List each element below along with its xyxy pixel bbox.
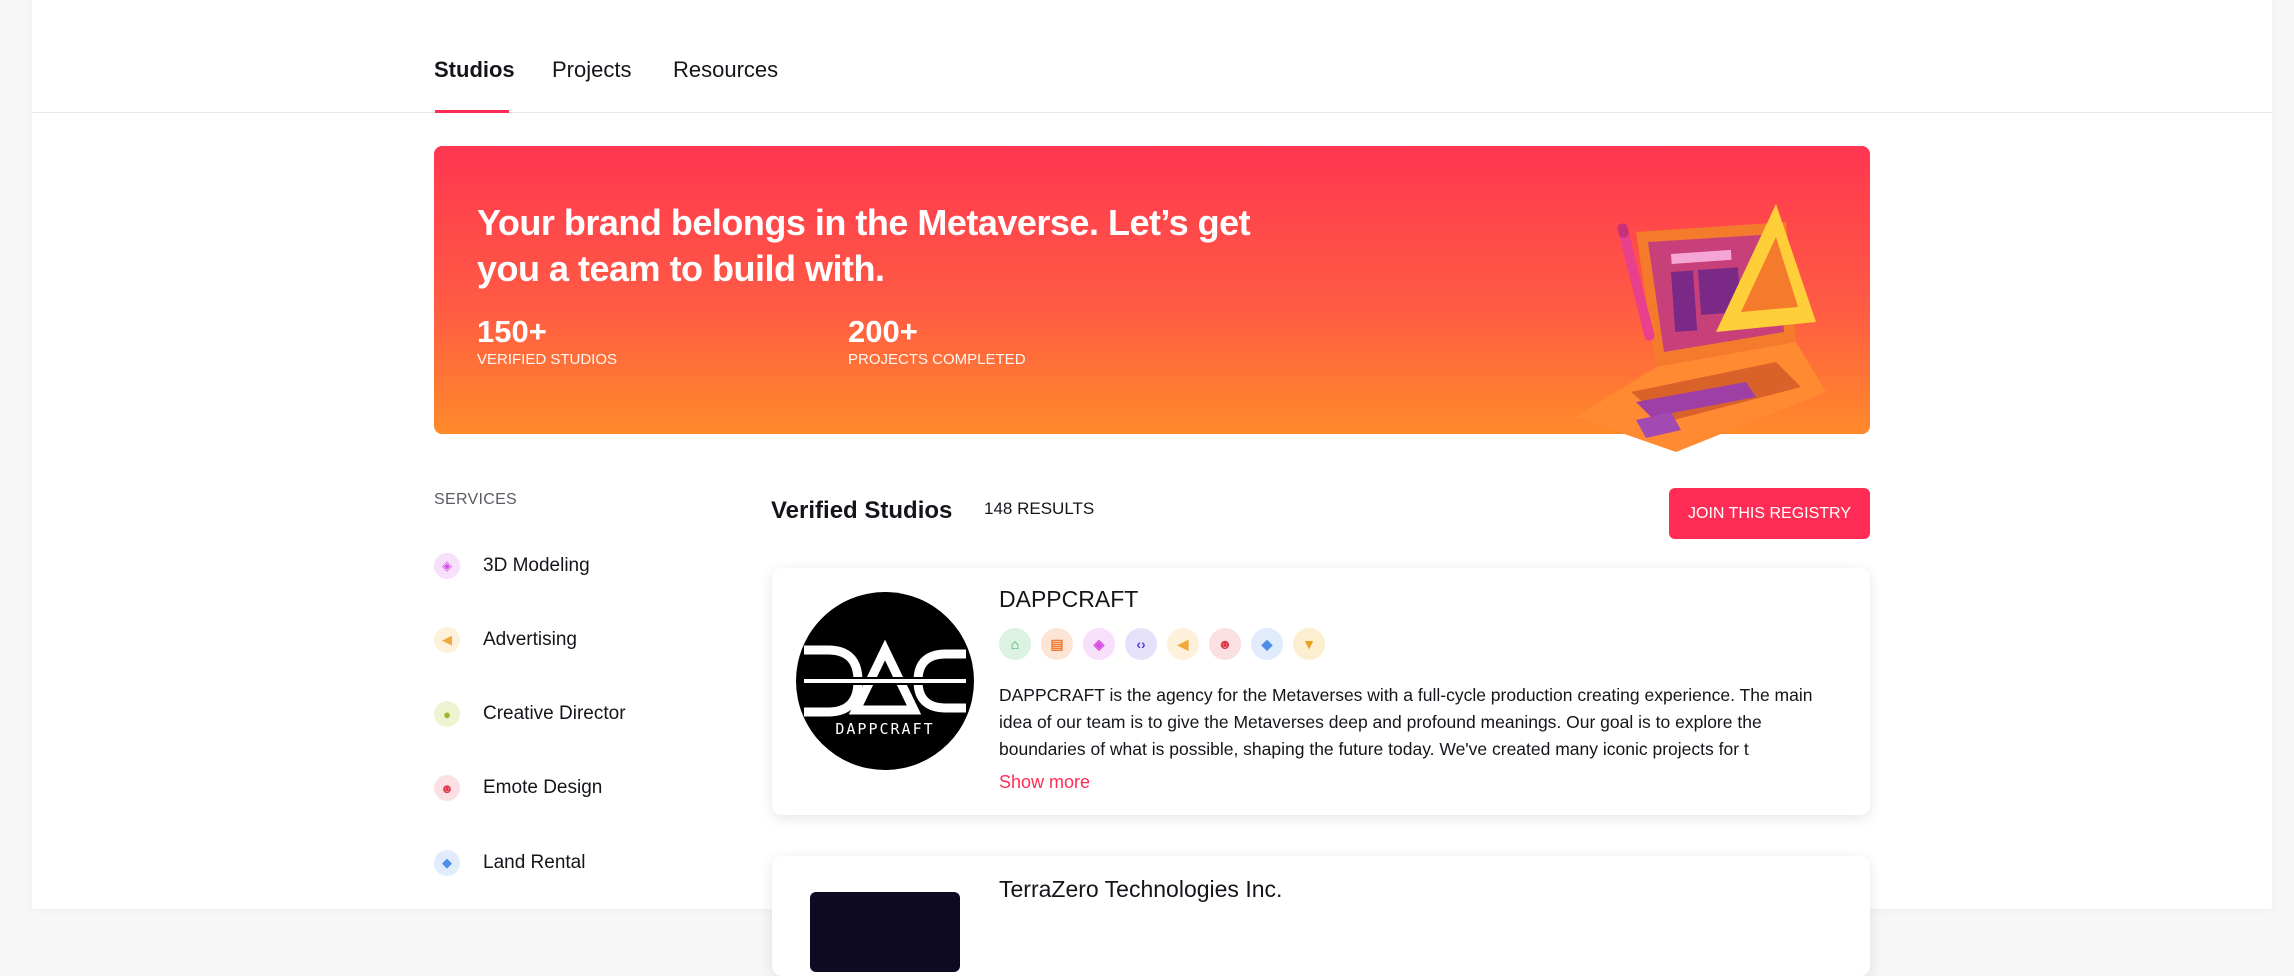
show-more-link[interactable]: Show more	[999, 772, 1090, 793]
service-label: Emote Design	[483, 777, 603, 798]
service-label: Advertising	[483, 629, 577, 650]
store-icon: ▤	[1041, 628, 1073, 660]
layers-icon: ◆	[1251, 628, 1283, 660]
service-label: Land Rental	[483, 852, 586, 873]
studio-card[interactable]: TerraZero Technologies Inc.	[772, 856, 1870, 976]
page: Studios Projects Resources Your brand be…	[32, 0, 2272, 976]
stat-verified-studios: 150+ VERIFIED STUDIOS	[477, 314, 617, 370]
service-label: 3D Modeling	[483, 555, 590, 576]
service-badges: ⌂ ▤ ◈ ‹› ◀ ☻ ◆ ▼	[999, 628, 1325, 660]
tab-projects[interactable]: Projects	[552, 56, 631, 84]
studio-logo: DAPPCRAFT	[796, 592, 974, 770]
stat-projects-completed: 200+ PROJECTS COMPLETED	[848, 314, 1026, 370]
studio-card[interactable]: DAPPCRAFT DAPPCRAFT ⌂ ▤ ◈ ‹› ◀ ☻ ◆ ▼ DAP…	[772, 568, 1870, 815]
studio-logo	[810, 892, 960, 972]
cube-icon: ◈	[434, 553, 460, 579]
service-item-3d-modeling[interactable]: ◈ 3D Modeling	[434, 551, 590, 581]
service-label: Creative Director	[483, 703, 626, 724]
dappcraft-logo: DAPPCRAFT	[804, 639, 966, 738]
smiley-icon: ☻	[1209, 628, 1241, 660]
hanger-icon: ⌂	[999, 628, 1031, 660]
stat-value: 200+	[848, 314, 918, 349]
tshirt-icon: ▼	[1293, 628, 1325, 660]
laptop-illustration	[1576, 204, 1826, 452]
cube-icon: ◈	[1083, 628, 1115, 660]
results-count: 148 RESULTS	[984, 499, 1095, 518]
smiley-icon: ☻	[434, 775, 460, 801]
hero-banner: Your brand belongs in the Metaverse. Let…	[434, 146, 1870, 452]
join-registry-button[interactable]: JOIN THIS REGISTRY	[1669, 488, 1870, 539]
services-heading: SERVICES	[434, 491, 518, 508]
service-item-land-rental[interactable]: ◆ Land Rental	[434, 848, 585, 878]
service-item-emote-design[interactable]: ☻ Emote Design	[434, 773, 602, 803]
svg-text:DAPPCRAFT: DAPPCRAFT	[835, 720, 934, 738]
lightbulb-icon: ●	[434, 701, 460, 727]
stat-label: VERIFIED STUDIOS	[477, 351, 618, 368]
studio-name: DAPPCRAFT	[999, 586, 1139, 612]
service-item-advertising[interactable]: ◀ Advertising	[434, 625, 577, 655]
stat-value: 150+	[477, 314, 547, 349]
code-icon: ‹›	[1125, 628, 1157, 660]
stat-label: PROJECTS COMPLETED	[848, 351, 1026, 368]
megaphone-icon: ◀	[434, 627, 460, 653]
layers-icon: ◆	[434, 850, 460, 876]
tab-studios[interactable]: Studios	[434, 56, 515, 84]
studio-description: DAPPCRAFT is the agency for the Metavers…	[999, 685, 1813, 759]
results-title: Verified Studios	[771, 497, 953, 524]
studio-name: TerraZero Technologies Inc.	[999, 876, 1283, 902]
megaphone-icon: ◀	[1167, 628, 1199, 660]
active-tab-indicator	[435, 110, 509, 113]
tab-resources[interactable]: Resources	[673, 56, 778, 84]
service-item-creative-director[interactable]: ● Creative Director	[434, 699, 626, 729]
hero-title: Your brand belongs in the Metaverse. Let…	[477, 202, 1251, 289]
top-navigation: Studios Projects Resources	[32, 0, 2272, 113]
